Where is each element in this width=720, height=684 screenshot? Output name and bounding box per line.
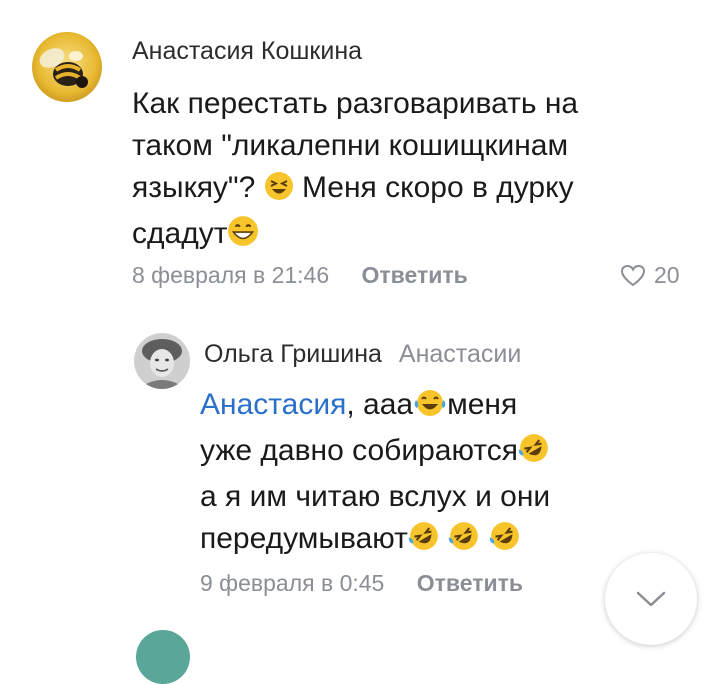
chevron-down-icon <box>636 591 666 607</box>
comment-author: Ольга Гришина Анастасии <box>204 340 521 369</box>
text-line: Анастасия, ааа меня <box>200 384 550 430</box>
rofl-emoji-icon <box>448 520 480 564</box>
like-button[interactable]: 20 <box>620 262 680 289</box>
text-segment: , ааа <box>346 388 414 421</box>
text-segment: языкяу"? <box>132 171 256 204</box>
comment-text: Анастасия, ааа меня уже давно собираются… <box>200 384 550 564</box>
text-line: а я им читаю вслух и они <box>200 476 550 518</box>
reply-to-label: Анастасии <box>398 340 522 368</box>
text-line: уже давно собираются <box>200 430 550 476</box>
heart-outline-icon <box>620 264 646 286</box>
scroll-down-button[interactable] <box>605 553 697 645</box>
text-segment: Как перестать разговаривать на <box>132 87 579 120</box>
comment-date: 8 февраля в 21:46 <box>132 262 330 288</box>
grinning-emoji-icon <box>227 215 259 259</box>
avatar-olga[interactable] <box>134 333 190 389</box>
rofl-emoji-icon <box>518 432 550 476</box>
comment-text: Как перестать разговаривать на таком "ли… <box>132 83 578 259</box>
text-line: сдадут <box>132 213 578 259</box>
mention-link[interactable]: Анастасия <box>200 388 346 421</box>
comment-author[interactable]: Анастасия Кошкина <box>132 37 362 66</box>
text-line: Как перестать разговаривать на <box>132 83 578 125</box>
bee-avatar-icon <box>32 32 102 102</box>
text-segment: Меня скоро в дурку <box>301 171 574 204</box>
avatar-anastasia[interactable] <box>32 32 102 102</box>
comment-meta: 9 февраля в 0:45 Ответить <box>200 570 523 597</box>
rofl-emoji-icon <box>489 520 521 564</box>
comment-meta: 8 февраля в 21:46 Ответить <box>132 262 468 289</box>
reply-button[interactable]: Ответить <box>362 262 468 288</box>
next-comment-avatar[interactable] <box>136 630 190 684</box>
text-line: передумывают <box>200 518 550 564</box>
like-count: 20 <box>654 262 680 288</box>
text-segment: уже давно собираются <box>200 434 518 467</box>
text-segment: меня <box>447 388 518 421</box>
rofl-emoji-icon <box>408 520 440 564</box>
text-segment: а я им читаю вслух и они <box>200 480 551 513</box>
text-segment: таком "ликалепни кошищкинам <box>132 129 569 162</box>
text-line: таком "ликалепни кошищкинам <box>132 125 578 167</box>
comment-date: 9 февраля в 0:45 <box>200 570 385 596</box>
laughing-squint-emoji-icon <box>264 171 294 213</box>
reply-button[interactable]: Ответить <box>417 570 523 596</box>
author-name[interactable]: Ольга Гришина <box>204 340 382 368</box>
text-line: языкяу"? Меня скоро в дурку <box>132 167 578 213</box>
tears-of-joy-emoji-icon <box>413 388 447 430</box>
text-segment: сдадут <box>132 217 228 250</box>
portrait-avatar-icon <box>134 333 190 389</box>
text-segment: передумывают <box>200 522 408 555</box>
